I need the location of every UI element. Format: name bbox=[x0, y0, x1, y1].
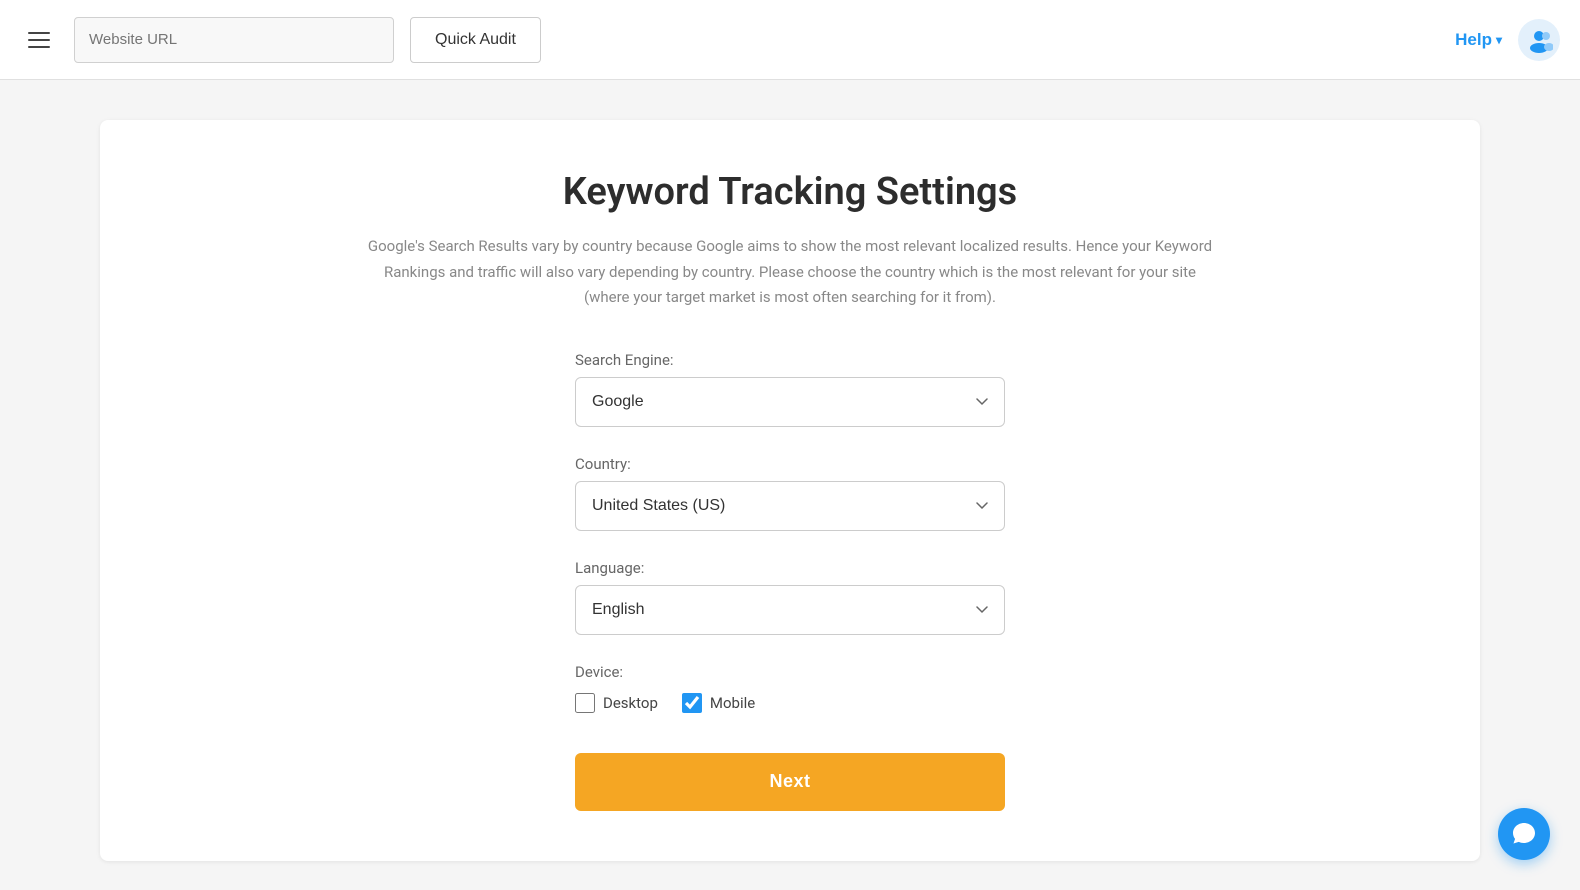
website-url-input[interactable] bbox=[74, 17, 394, 63]
desktop-label: Desktop bbox=[603, 694, 658, 712]
header: Quick Audit Help ▾ bbox=[0, 0, 1580, 80]
desktop-option[interactable]: Desktop bbox=[575, 693, 658, 713]
chevron-down-icon: ▾ bbox=[1496, 33, 1502, 47]
chat-button[interactable] bbox=[1498, 808, 1550, 860]
search-engine-select[interactable]: Google Bing Yahoo bbox=[575, 377, 1005, 427]
desktop-checkbox[interactable] bbox=[575, 693, 595, 713]
language-label: Language: bbox=[575, 559, 1005, 577]
device-section: Device: Desktop Mobile bbox=[575, 663, 1005, 713]
quick-audit-button[interactable]: Quick Audit bbox=[410, 17, 541, 63]
page-title: Keyword Tracking Settings bbox=[160, 170, 1420, 214]
country-label: Country: bbox=[575, 455, 1005, 473]
header-right: Help ▾ bbox=[1455, 19, 1560, 61]
form-section: Search Engine: Google Bing Yahoo Country… bbox=[575, 351, 1005, 811]
hamburger-icon[interactable] bbox=[20, 24, 58, 56]
device-options: Desktop Mobile bbox=[575, 693, 1005, 713]
country-group: Country: United States (US) United Kingd… bbox=[575, 455, 1005, 531]
mobile-option[interactable]: Mobile bbox=[682, 693, 755, 713]
language-group: Language: English Spanish French German bbox=[575, 559, 1005, 635]
search-engine-group: Search Engine: Google Bing Yahoo bbox=[575, 351, 1005, 427]
country-select[interactable]: United States (US) United Kingdom (UK) C… bbox=[575, 481, 1005, 531]
next-button[interactable]: Next bbox=[575, 753, 1005, 811]
search-engine-label: Search Engine: bbox=[575, 351, 1005, 369]
user-avatar[interactable] bbox=[1518, 19, 1560, 61]
mobile-label: Mobile bbox=[710, 694, 755, 712]
language-select[interactable]: English Spanish French German bbox=[575, 585, 1005, 635]
mobile-checkbox[interactable] bbox=[682, 693, 702, 713]
main-content: Keyword Tracking Settings Google's Searc… bbox=[0, 80, 1580, 890]
header-left: Quick Audit bbox=[20, 17, 541, 63]
settings-card: Keyword Tracking Settings Google's Searc… bbox=[100, 120, 1480, 861]
help-label: Help bbox=[1455, 30, 1492, 50]
device-label: Device: bbox=[575, 663, 1005, 681]
help-button[interactable]: Help ▾ bbox=[1455, 30, 1502, 50]
page-subtitle: Google's Search Results vary by country … bbox=[360, 234, 1220, 311]
